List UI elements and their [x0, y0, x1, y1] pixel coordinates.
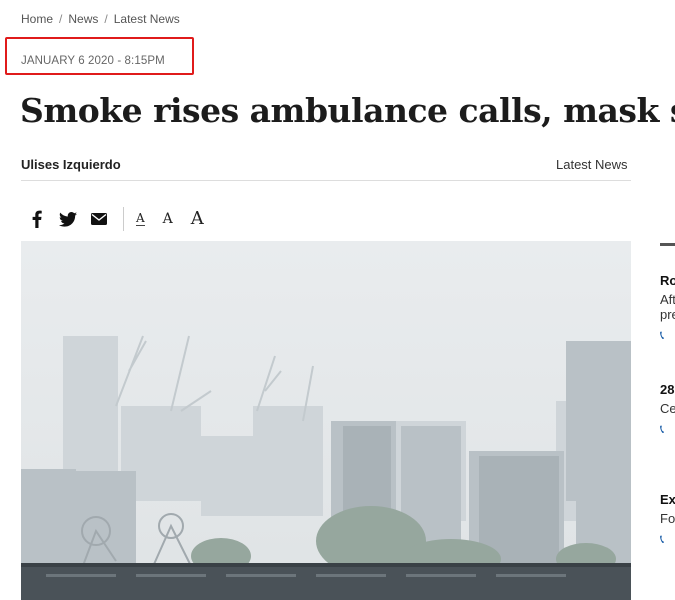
breadcrumb-home-link[interactable]: Home [21, 12, 53, 26]
font-size-medium-button[interactable]: A [163, 212, 173, 226]
sidebar-item-text: Ce [660, 401, 675, 416]
breadcrumb-separator: / [104, 12, 108, 26]
sidebar-item[interactable]: 28 Ce 📞︎ [660, 382, 675, 437]
smoky-city-skyline-photo [21, 241, 631, 600]
sidebar-item-title: Ro [660, 273, 675, 288]
sidebar-item[interactable]: Ex Fo 📞︎ [660, 492, 675, 547]
share-toolbar: A A A [26, 207, 222, 231]
breadcrumb-latest-news-link[interactable]: Latest News [114, 12, 180, 26]
phone-icon[interactable]: 📞︎ [660, 532, 675, 547]
divider [21, 180, 631, 181]
sidebar-item-text: Fo [660, 511, 675, 526]
email-icon[interactable] [88, 208, 110, 230]
facebook-icon[interactable] [26, 208, 48, 230]
sidebar-item-text: pre [660, 307, 675, 322]
article-author: Ulises Izquierdo [21, 157, 121, 172]
sidebar-item-title: 28 [660, 382, 675, 397]
section-link[interactable]: Latest News [556, 157, 628, 172]
sidebar-item-text: Aft [660, 292, 675, 307]
sidebar-top-rule [660, 243, 675, 246]
hero-image [21, 241, 631, 600]
breadcrumb-news-link[interactable]: News [68, 12, 98, 26]
sidebar-item[interactable]: Ro Aft pre 📞︎ [660, 273, 675, 343]
breadcrumb-separator: / [59, 12, 63, 26]
phone-icon[interactable]: 📞︎ [660, 328, 675, 343]
twitter-icon[interactable] [57, 208, 79, 230]
article-headline: Smoke rises ambulance calls, mask sales [20, 91, 675, 130]
sidebar-panel: Ro Aft pre 📞︎ 28 Ce 📞︎ Ex Fo 📞︎ [660, 243, 675, 600]
article-date: JANUARY 6 2020 - 8:15PM [21, 55, 165, 67]
font-size-large-button[interactable]: A [191, 210, 204, 228]
breadcrumb: Home / News / Latest News [21, 12, 180, 26]
toolbar-divider [123, 207, 124, 231]
font-size-small-button[interactable]: A [136, 212, 145, 226]
phone-icon[interactable]: 📞︎ [660, 422, 675, 437]
sidebar-item-title: Ex [660, 492, 675, 507]
